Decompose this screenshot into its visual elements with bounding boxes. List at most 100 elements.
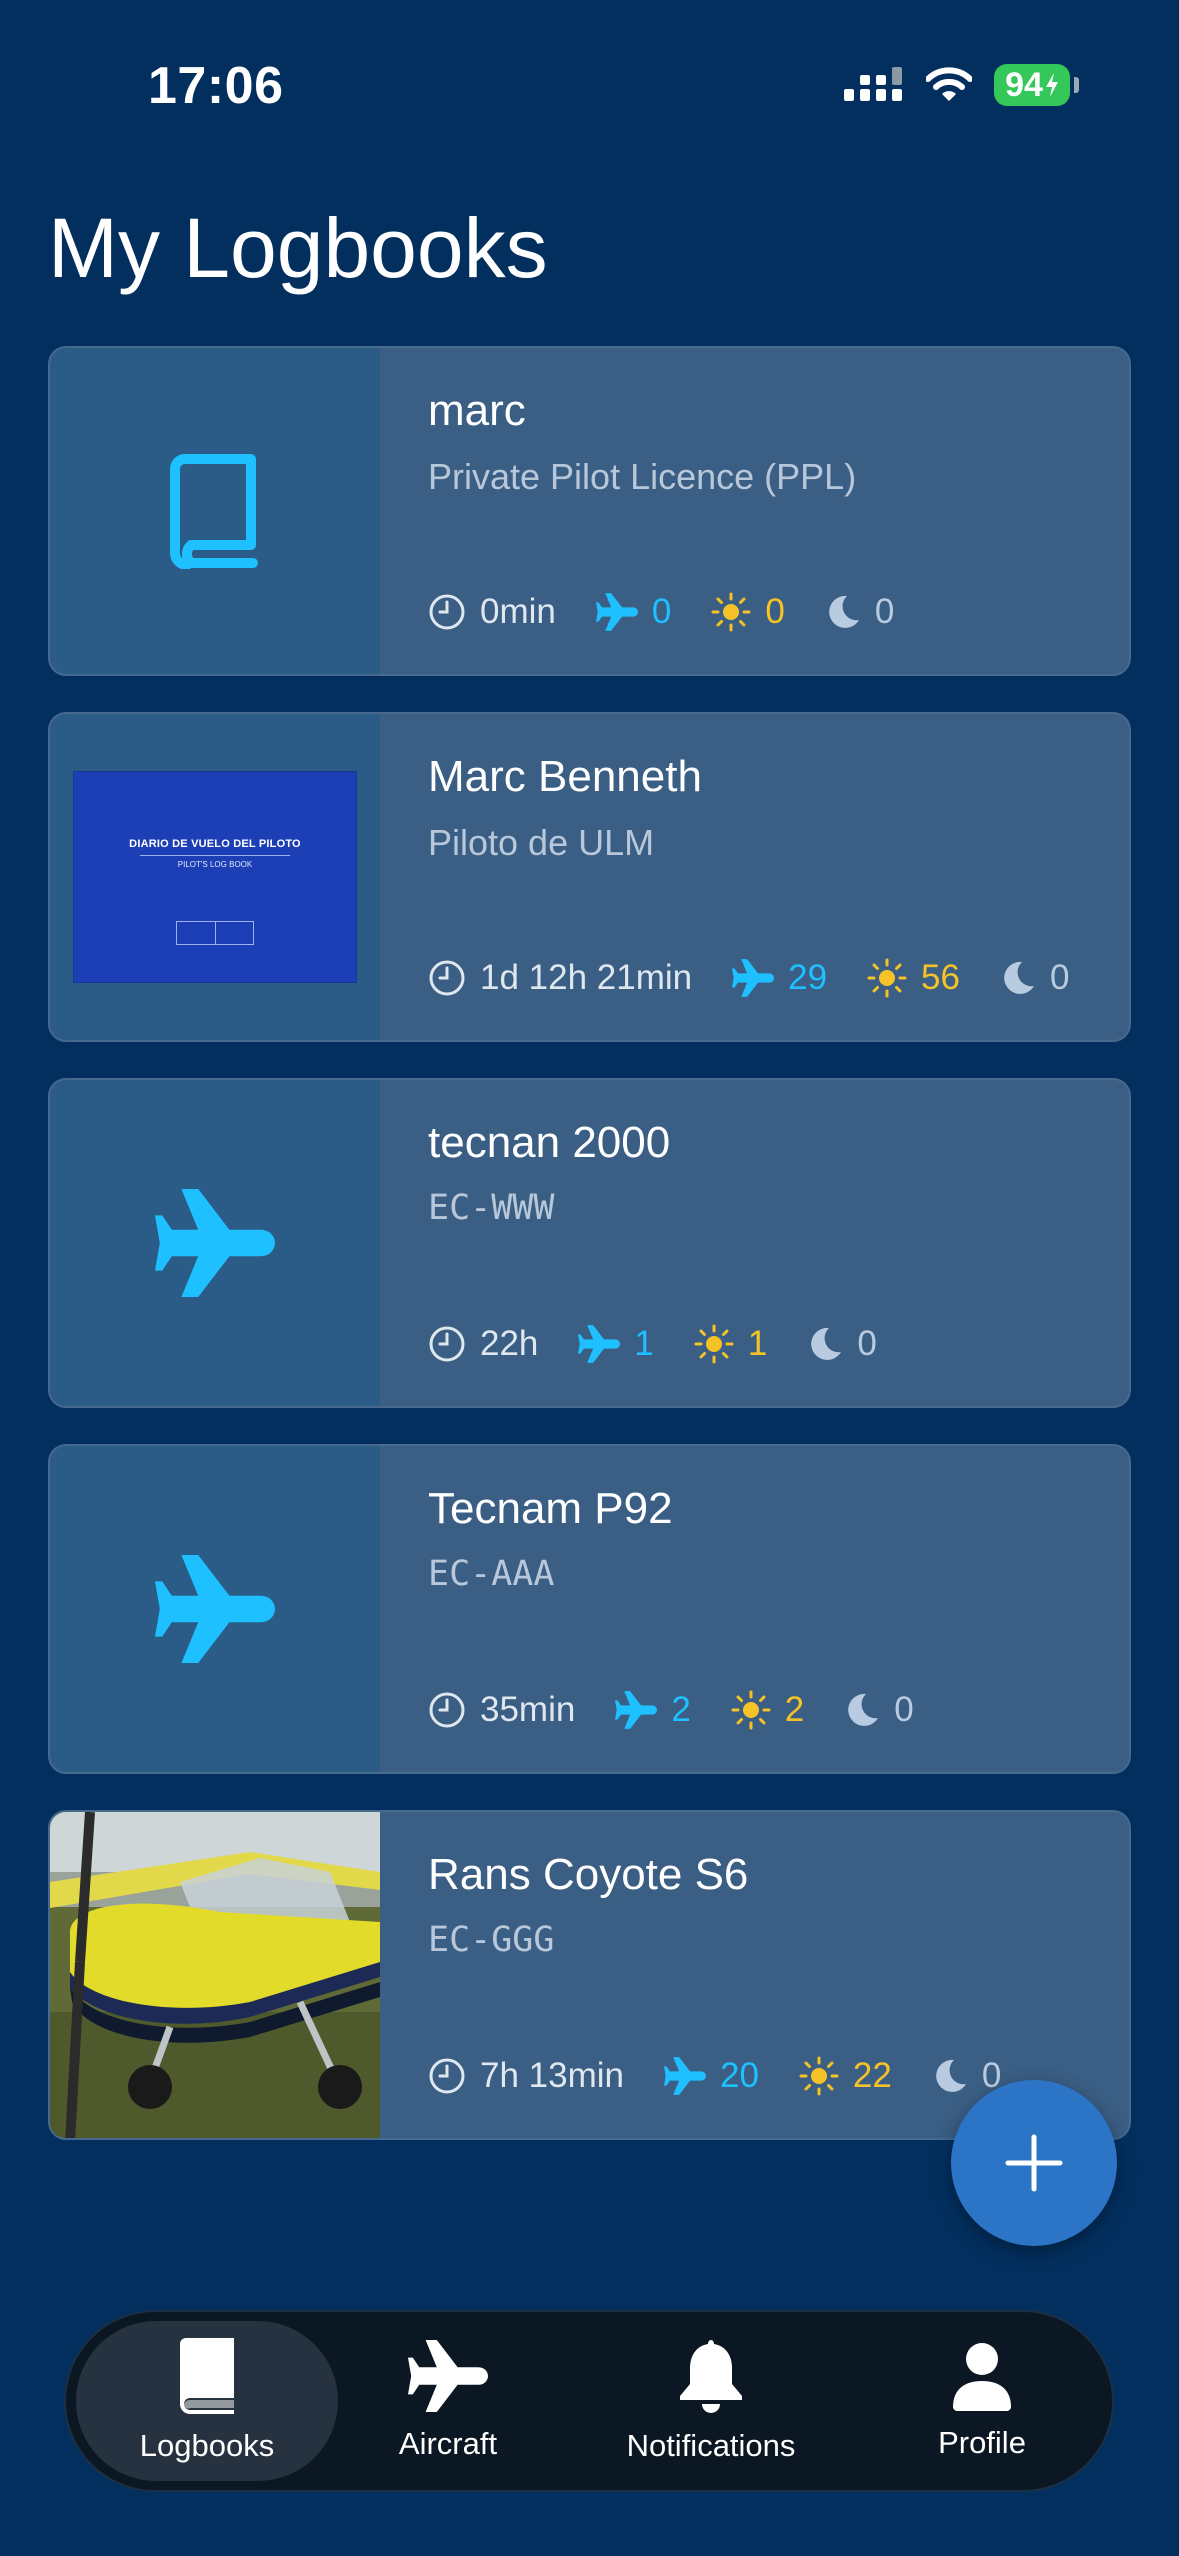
card-thumbnail [50,348,380,674]
sun-icon [799,2056,839,2096]
bell-icon [680,2340,742,2413]
logbook-name: Tecnam P92 [428,1484,673,1533]
moon-icon [1004,961,1034,994]
stat-flights-value: 1 [634,1324,654,1363]
status-icons: 94 [844,64,1079,106]
card-thumbnail: DIARIO DE VUELO DEL PILOTO PILOT'S LOG B… [50,714,380,1040]
stat-night-value: 0 [894,1690,914,1729]
tab-notifications[interactable]: Notifications [558,2321,864,2481]
stat-time-value: 22h [480,1324,539,1363]
moon-icon [936,2059,966,2092]
logbook-name: marc [428,386,526,435]
stat-night: 0 [932,2056,1001,2096]
logbook-card[interactable]: tecnan 2000 EC-WWW 22h 1 1 0 [48,1078,1131,1408]
stat-flights: 29 [732,958,827,998]
card-thumbnail [50,1446,380,1772]
stat-day-value: 1 [747,1324,768,1363]
sun-icon [867,958,907,998]
tab-label: Profile [938,2425,1026,2460]
stat-day: 1 [694,1324,767,1364]
stat-day-value: 0 [765,592,785,631]
tab-aircraft[interactable]: Aircraft [338,2321,558,2481]
battery-nub [1074,77,1079,93]
stat-total-time: 1d 12h 21min [428,958,692,998]
stat-flights-value: 29 [788,958,828,997]
logbook-stats: 35min 2 2 0 [428,1686,954,1734]
logbook-name: Rans Coyote S6 [428,1850,749,1899]
page-title: My Logbooks [48,201,548,295]
stat-flights: 20 [663,2056,759,2096]
stat-flights-value: 20 [719,2056,759,2095]
plus-icon [1005,2134,1063,2192]
card-body: tecnan 2000 EC-WWW 22h 1 1 0 [380,1080,1129,1406]
sun-icon [711,592,751,632]
tab-label: Aircraft [398,2426,498,2461]
stat-total-time: 7h 13min [428,2056,624,2096]
clock-icon [429,2058,465,2094]
tab-bar: Logbooks Aircraft Notifications Profile [64,2310,1114,2492]
stat-time-value: 35min [480,1690,576,1729]
card-body: Marc Benneth Piloto de ULM 1d 12h 21min … [380,714,1129,1040]
book-icon [180,2338,234,2414]
stat-night-value: 0 [1049,958,1070,997]
aircraft-photo [50,1812,380,2138]
clock-icon [429,1326,465,1362]
clock-icon [429,594,465,630]
logbook-stats: 1d 12h 21min 29 56 0 [428,954,1109,1002]
battery-indicator: 94 [994,64,1070,106]
cover-subtitle: PILOT'S LOG BOOK [177,860,253,869]
logbook-stats: 7h 13min 20 22 0 [428,2052,1041,2100]
stat-flights: 2 [615,1690,691,1730]
logbook-card[interactable]: Rans Coyote S6 EC-GGG 7h 13min 20 22 0 [48,1810,1131,2140]
status-time: 17:06 [148,57,284,115]
aircraft-photo-drawing [50,1812,380,2138]
stat-flights: 0 [595,592,671,632]
cellular-signal-icon [844,67,902,101]
moon-icon [848,1693,879,1726]
cover-seal [176,921,254,945]
card-body: Tecnam P92 EC-AAA 35min 2 2 0 [380,1446,1129,1772]
airplane-icon [155,1189,275,1297]
logbook-name: tecnan 2000 [428,1118,671,1167]
cover-divider [140,855,290,856]
stat-time-value: 0min [480,592,556,631]
stat-night-value: 0 [857,1324,877,1363]
stat-night: 0 [825,592,894,632]
card-body: marc Private Pilot Licence (PPL) 0min 0 … [380,348,1129,674]
stat-day-value: 2 [784,1690,805,1729]
card-thumbnail [50,1080,380,1406]
add-logbook-button[interactable] [951,2080,1117,2246]
logbook-stats: 22h 1 1 0 [428,1320,917,1368]
stat-day: 56 [867,958,960,998]
airplane-icon [732,959,775,997]
stat-night: 0 [1000,958,1069,998]
aircraft-registration: EC-GGG [428,1920,555,1960]
logbook-subtitle: Private Pilot Licence (PPL) [428,456,857,497]
logbook-cover-image: DIARIO DE VUELO DEL PILOTO PILOT'S LOG B… [74,772,356,982]
stat-day-value: 56 [921,958,960,997]
stat-day: 22 [799,2056,892,2096]
tab-logbooks[interactable]: Logbooks [76,2321,338,2481]
stat-time-value: 7h 13min [480,2056,624,2095]
stat-total-time: 0min [428,592,556,632]
tab-profile[interactable]: Profile [864,2321,1100,2481]
logbook-card[interactable]: marc Private Pilot Licence (PPL) 0min 0 … [48,346,1131,676]
sun-icon [731,1690,771,1730]
logbook-subtitle: Piloto de ULM [428,822,655,863]
aircraft-registration: EC-AAA [428,1554,555,1594]
stat-day: 0 [711,592,785,632]
logbook-card[interactable]: DIARIO DE VUELO DEL PILOTO PILOT'S LOG B… [48,712,1131,1042]
airplane-icon [663,2057,706,2095]
stat-flights: 1 [578,1324,654,1364]
airplane-icon [408,2340,488,2412]
person-icon [953,2343,1011,2411]
moon-icon [829,595,859,628]
screen: 17:06 94 My Logbooks marc Private Pilot … [0,0,1179,2556]
clock-icon [429,960,465,996]
stat-night-value: 0 [874,592,895,631]
stat-night: 0 [844,1690,914,1730]
logbook-card[interactable]: Tecnam P92 EC-AAA 35min 2 2 0 [48,1444,1131,1774]
stat-day-value: 22 [852,2056,892,2095]
sun-icon [694,1324,734,1364]
logbook-name: Marc Benneth [428,752,702,801]
